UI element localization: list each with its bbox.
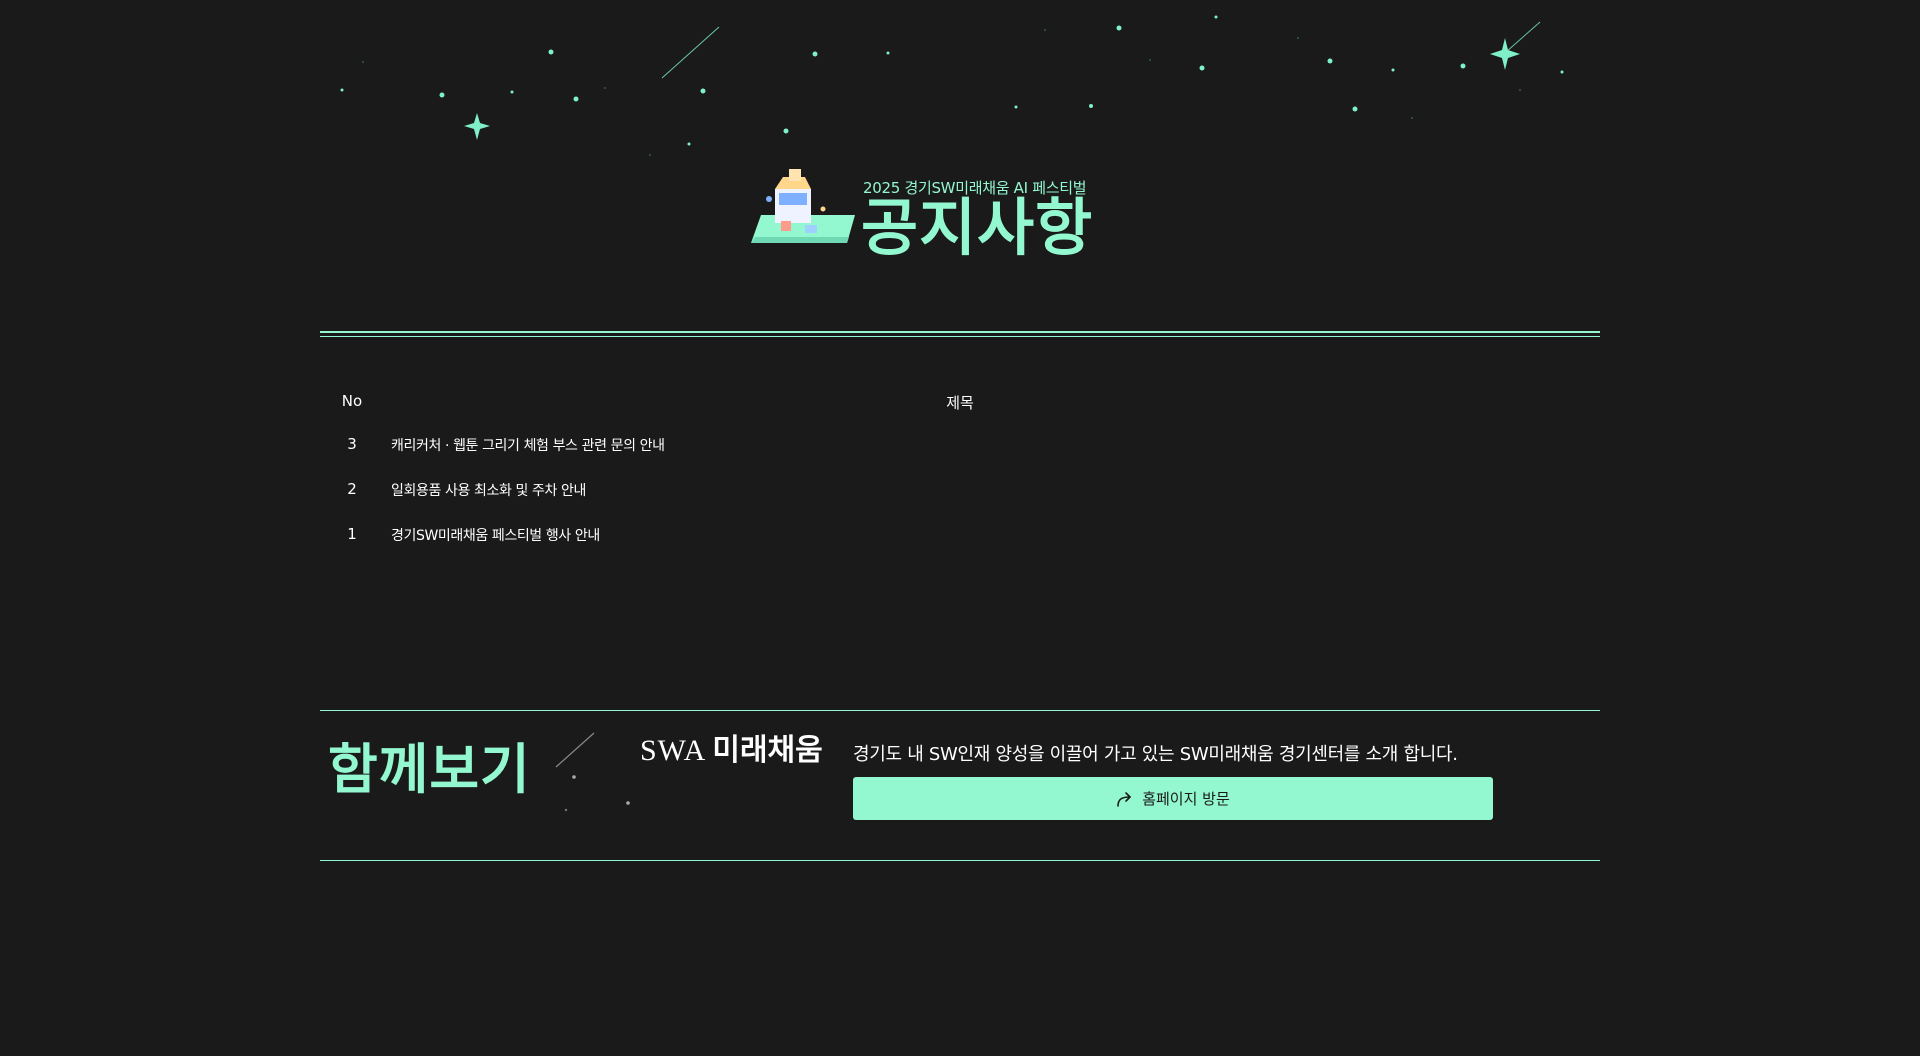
- swa-logo: SWA 미래채움: [640, 725, 823, 769]
- visit-homepage-label: 홈페이지 방문: [1142, 790, 1230, 808]
- row-title-link[interactable]: 경기SW미래채움 페스티벌 행사 안내: [391, 525, 600, 545]
- column-header-title: 제목: [946, 394, 974, 412]
- visit-homepage-button[interactable]: 홈페이지 방문: [853, 777, 1493, 820]
- starfield-decoration: [340, 15, 1564, 156]
- notice-table: No 제목 3 캐리커처 · 웹툰 그리기 체험 부스 관련 문의 안내 2 일…: [320, 380, 1600, 557]
- page-hero: 2025 경기SW미래채움 AI 페스티벌 공지사항: [745, 165, 1105, 265]
- table-row[interactable]: 3 캐리커처 · 웹툰 그리기 체험 부스 관련 문의 안내: [320, 422, 1600, 467]
- column-header-no: No: [341, 392, 363, 410]
- table-row[interactable]: 1 경기SW미래채움 페스티벌 행사 안내: [320, 512, 1600, 557]
- swa-logo-korean: 미래채움: [712, 733, 823, 768]
- related-section-title: 함께보기: [328, 738, 531, 801]
- row-number: 2: [347, 480, 357, 498]
- shooting-star-decoration: [555, 732, 630, 812]
- related-bottom-divider: [320, 860, 1600, 861]
- table-row[interactable]: 2 일회용품 사용 최소화 및 주차 안내: [320, 467, 1600, 512]
- isometric-booth-illustration: [751, 169, 855, 243]
- row-number: 1: [347, 525, 357, 543]
- row-title-link[interactable]: 캐리커처 · 웹툰 그리기 체험 부스 관련 문의 안내: [391, 435, 665, 455]
- row-title-link[interactable]: 일회용품 사용 최소화 및 주차 안내: [391, 480, 586, 500]
- share-arrow-icon: [1116, 791, 1134, 807]
- notice-page: 2025 경기SW미래채움 AI 페스티벌 공지사항 No 제목 3 캐리커처 …: [0, 0, 1920, 1056]
- related-top-divider: [320, 710, 1600, 711]
- swa-logo-latin: SWA: [640, 734, 707, 767]
- related-description: 경기도 내 SW인재 양성을 이끌어 가고 있는 SW미래채움 경기센터를 소개…: [853, 744, 1458, 765]
- table-header: No 제목: [320, 380, 1600, 422]
- page-title: 공지사항: [861, 191, 1094, 264]
- row-number: 3: [347, 435, 357, 453]
- title-divider: [320, 331, 1600, 337]
